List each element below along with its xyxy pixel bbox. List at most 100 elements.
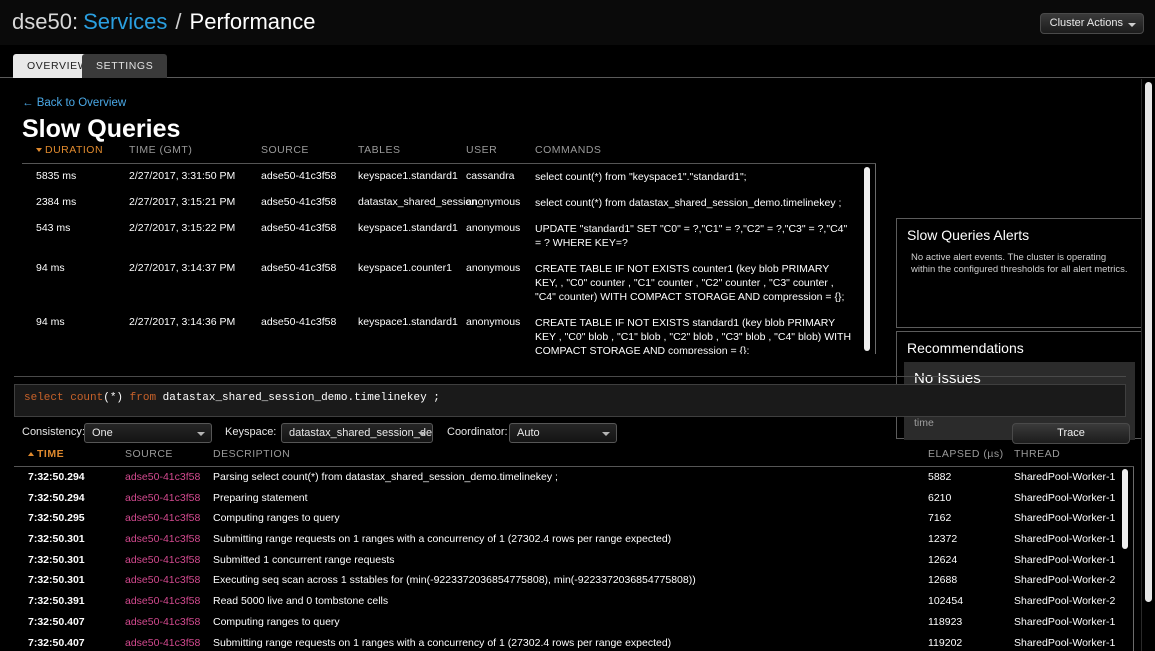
recommendations-panel-title: Recommendations [907,340,1024,356]
table-row[interactable]: 94 ms 2/27/2017, 3:14:37 PM adse50-41c3f… [22,256,875,310]
cell-description: Computing ranges to query [213,512,340,524]
page-scrollbar-thumb[interactable] [1145,82,1152,602]
chevron-down-icon [602,432,610,436]
cell-time: 7:32:50.294 [28,471,85,483]
cell-source: adse50-41c3f58 [261,262,336,274]
cell-elapsed: 119202 [928,637,962,649]
cell-time: 7:32:50.295 [28,512,85,524]
breadcrumb-separator: / [175,9,181,34]
column-header-description[interactable]: DESCRIPTION [213,448,290,460]
cell-description: Computing ranges to query [213,616,340,628]
cell-source[interactable]: adse50-41c3f58 [125,512,200,524]
cell-source[interactable]: adse50-41c3f58 [125,637,200,649]
cell-tables: keyspace1.standard1 [358,316,458,328]
table-row[interactable]: 7:32:50.407 adse50-41c3f58 Computing ran… [14,612,1133,633]
cell-tables: datastax_shared_session_ [358,196,483,208]
cell-elapsed: 12372 [928,533,957,545]
cell-source[interactable]: adse50-41c3f58 [125,492,200,504]
slow-queries-body[interactable]: 5835 ms 2/27/2017, 3:31:50 PM adse50-41c… [22,164,876,354]
cell-user: anonymous [466,262,520,274]
cell-tables: keyspace1.standard1 [358,222,458,234]
coordinator-value: Auto [517,427,540,439]
cell-source[interactable]: adse50-41c3f58 [125,574,200,586]
cell-thread: SharedPool-Worker-1 [1014,512,1115,524]
cell-thread: SharedPool-Worker-1 [1014,554,1115,566]
column-header-time-label: TIME [37,448,64,460]
cell-thread: SharedPool-Worker-2 [1014,595,1115,607]
cell-source[interactable]: adse50-41c3f58 [125,595,200,607]
alerts-panel-body: No active alert events. The cluster is o… [911,252,1130,276]
table-row[interactable]: 7:32:50.391 adse50-41c3f58 Read 5000 liv… [14,591,1133,612]
table-row[interactable]: 94 ms 2/27/2017, 3:14:36 PM adse50-41c3f… [22,310,875,354]
column-header-source[interactable]: SOURCE [261,144,309,156]
cell-time: 2/27/2017, 3:15:21 PM [129,196,235,208]
cell-time: 2/27/2017, 3:14:37 PM [129,262,235,274]
slow-queries-header-row: DURATION TIME (GMT) SOURCE TABLES USER C… [22,144,876,164]
cell-description: Preparing statement [213,492,308,504]
breadcrumb-services-link[interactable]: Services [83,9,167,34]
coordinator-select[interactable]: Auto [509,423,617,443]
cell-thread: SharedPool-Worker-1 [1014,492,1115,504]
table-row[interactable]: 7:32:50.301 adse50-41c3f58 Submitted 1 c… [14,550,1133,571]
cell-time: 7:32:50.301 [28,554,85,566]
cluster-actions-button[interactable]: Cluster Actions [1040,13,1144,34]
table-row[interactable]: 7:32:50.301 adse50-41c3f58 Submitting ra… [14,529,1133,550]
cell-description: Submitted 1 concurrent range requests [213,554,395,566]
query-token-from: from [130,392,156,404]
column-header-source[interactable]: SOURCE [125,448,173,460]
consistency-select[interactable]: One [84,423,212,443]
keyspace-value: datastax_shared_session_demo [289,427,433,439]
cell-source[interactable]: adse50-41c3f58 [125,616,200,628]
breadcrumb-cluster: dse50: [12,9,78,34]
trace-scrollbar[interactable] [1122,469,1128,549]
chevron-down-icon [197,432,205,436]
column-header-tables[interactable]: TABLES [358,144,401,156]
cell-time: 7:32:50.301 [28,574,85,586]
query-token-select: select [24,392,64,404]
cell-thread: SharedPool-Worker-2 [1014,574,1115,586]
cell-elapsed: 7162 [928,512,951,524]
table-row[interactable]: 7:32:50.294 adse50-41c3f58 Parsing selec… [14,467,1133,488]
table-row[interactable]: 7:32:50.294 adse50-41c3f58 Preparing sta… [14,488,1133,509]
cell-description: Submitting range requests on 1 ranges wi… [213,637,671,649]
cell-time: 2/27/2017, 3:14:36 PM [129,316,235,328]
column-header-thread[interactable]: THREAD [1014,448,1060,460]
slow-queries-alerts-panel: Slow Queries Alerts No active alert even… [896,218,1143,328]
keyspace-label: Keyspace: [225,426,276,438]
table-row[interactable]: 7:32:50.407 adse50-41c3f58 Submitting ra… [14,633,1133,651]
cell-user: anonymous [466,222,520,234]
column-header-user[interactable]: USER [466,144,497,156]
cell-source[interactable]: adse50-41c3f58 [125,533,200,545]
keyspace-select[interactable]: datastax_shared_session_demo [281,423,433,443]
query-token-target: datastax_shared_session_demo.timelinekey… [156,392,440,404]
cell-time: 7:32:50.301 [28,533,85,545]
cell-elapsed: 102454 [928,595,963,607]
column-header-time[interactable]: TIME [28,448,64,460]
back-to-overview-link[interactable]: ← Back to Overview [22,97,126,109]
column-header-time[interactable]: TIME (GMT) [129,144,192,156]
cell-time: 7:32:50.407 [28,616,85,628]
table-row[interactable]: 7:32:50.301 adse50-41c3f58 Executing seq… [14,570,1133,591]
trace-button[interactable]: Trace [1012,423,1130,444]
cell-source[interactable]: adse50-41c3f58 [125,554,200,566]
table-row[interactable]: 2384 ms 2/27/2017, 3:15:21 PM adse50-41c… [22,190,875,216]
cell-user: anonymous [466,196,520,208]
column-header-elapsed[interactable]: ELAPSED (µs) [928,448,1004,460]
cell-time: 2/27/2017, 3:15:22 PM [129,222,235,234]
cell-source[interactable]: adse50-41c3f58 [125,471,200,483]
column-header-duration[interactable]: DURATION [36,144,103,156]
cell-elapsed: 12688 [928,574,957,586]
column-header-commands[interactable]: COMMANDS [535,144,601,156]
slow-queries-scrollbar[interactable] [864,167,870,351]
trace-body[interactable]: 7:32:50.294 adse50-41c3f58 Parsing selec… [14,467,1134,651]
cell-description: Read 5000 live and 0 tombstone cells [213,595,388,607]
cell-source: adse50-41c3f58 [261,170,336,182]
tab-settings[interactable]: SETTINGS [82,54,167,78]
table-row[interactable]: 7:32:50.295 adse50-41c3f58 Computing ran… [14,508,1133,529]
cell-time: 7:32:50.407 [28,637,85,649]
top-bar: dse50:Services/Performance Cluster Actio… [0,0,1155,46]
table-row[interactable]: 5835 ms 2/27/2017, 3:31:50 PM adse50-41c… [22,164,875,190]
table-row[interactable]: 543 ms 2/27/2017, 3:15:22 PM adse50-41c3… [22,216,875,256]
query-token-args: (*) [103,392,129,404]
query-editor-input[interactable]: select count(*) from datastax_shared_ses… [14,384,1126,417]
